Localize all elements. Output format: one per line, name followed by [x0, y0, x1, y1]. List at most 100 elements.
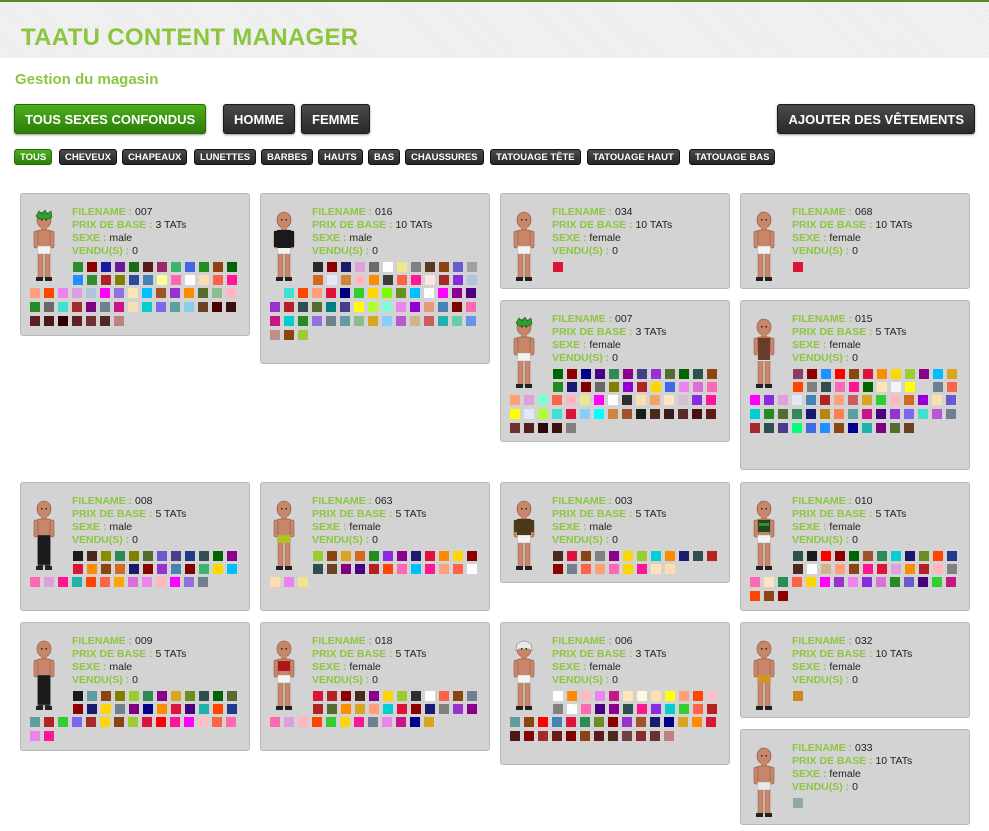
color-swatch[interactable]	[806, 409, 816, 419]
color-swatch[interactable]	[86, 316, 96, 326]
color-swatch[interactable]	[467, 691, 477, 701]
color-swatch[interactable]	[650, 731, 660, 741]
color-swatch[interactable]	[693, 704, 703, 714]
color-swatch[interactable]	[946, 395, 956, 405]
color-swatch[interactable]	[904, 423, 914, 433]
color-swatch[interactable]	[184, 288, 194, 298]
color-swatch[interactable]	[792, 577, 802, 587]
color-swatch[interactable]	[665, 369, 675, 379]
color-swatch[interactable]	[821, 382, 831, 392]
color-swatch[interactable]	[44, 288, 54, 298]
color-swatch[interactable]	[905, 369, 915, 379]
color-swatch[interactable]	[284, 577, 294, 587]
item-card[interactable]: FILENAME : 007 PRIX DE BASE : 3 TATs SEXE …	[500, 300, 730, 442]
color-swatch[interactable]	[424, 316, 434, 326]
color-swatch[interactable]	[185, 262, 195, 272]
color-swatch[interactable]	[806, 577, 816, 587]
color-swatch[interactable]	[284, 717, 294, 727]
color-swatch[interactable]	[171, 704, 181, 714]
color-swatch[interactable]	[424, 717, 434, 727]
color-swatch[interactable]	[87, 262, 97, 272]
color-swatch[interactable]	[368, 288, 378, 298]
color-swatch[interactable]	[226, 302, 236, 312]
color-swatch[interactable]	[340, 316, 350, 326]
color-swatch[interactable]	[581, 564, 591, 574]
color-swatch[interactable]	[438, 288, 448, 298]
color-swatch[interactable]	[807, 382, 817, 392]
color-swatch[interactable]	[213, 275, 223, 285]
item-card[interactable]: FILENAME : 008 PRIX DE BASE : 5 TATs SEXE …	[20, 482, 250, 611]
color-swatch[interactable]	[793, 262, 803, 272]
color-swatch[interactable]	[270, 316, 280, 326]
color-swatch[interactable]	[114, 577, 124, 587]
color-swatch[interactable]	[100, 288, 110, 298]
color-swatch[interactable]	[932, 409, 942, 419]
color-swatch[interactable]	[707, 704, 717, 714]
color-swatch[interactable]	[128, 302, 138, 312]
color-swatch[interactable]	[369, 551, 379, 561]
color-swatch[interactable]	[411, 262, 421, 272]
color-swatch[interactable]	[835, 551, 845, 561]
color-swatch[interactable]	[567, 369, 577, 379]
color-swatch[interactable]	[609, 691, 619, 701]
color-swatch[interactable]	[834, 423, 844, 433]
color-swatch[interactable]	[198, 577, 208, 587]
color-swatch[interactable]	[623, 564, 633, 574]
color-swatch[interactable]	[567, 551, 577, 561]
color-swatch[interactable]	[184, 717, 194, 727]
color-swatch[interactable]	[87, 704, 97, 714]
color-swatch[interactable]	[538, 395, 548, 405]
color-swatch[interactable]	[835, 382, 845, 392]
color-swatch[interactable]	[932, 577, 942, 587]
color-swatch[interactable]	[410, 288, 420, 298]
color-swatch[interactable]	[567, 564, 577, 574]
color-swatch[interactable]	[623, 704, 633, 714]
color-swatch[interactable]	[143, 262, 153, 272]
color-swatch[interactable]	[284, 302, 294, 312]
color-swatch[interactable]	[100, 302, 110, 312]
color-swatch[interactable]	[665, 551, 675, 561]
color-swatch[interactable]	[637, 369, 647, 379]
color-swatch[interactable]	[692, 409, 702, 419]
color-swatch[interactable]	[425, 564, 435, 574]
color-swatch[interactable]	[87, 564, 97, 574]
color-swatch[interactable]	[171, 275, 181, 285]
color-swatch[interactable]	[30, 731, 40, 741]
color-swatch[interactable]	[764, 423, 774, 433]
color-swatch[interactable]	[707, 691, 717, 701]
color-swatch[interactable]	[849, 564, 859, 574]
color-swatch[interactable]	[128, 288, 138, 298]
color-swatch[interactable]	[157, 551, 167, 561]
color-swatch[interactable]	[184, 577, 194, 587]
color-swatch[interactable]	[608, 409, 618, 419]
category-filter-8[interactable]: TATOUAGE TÊTE	[490, 149, 581, 165]
color-swatch[interactable]	[622, 395, 632, 405]
color-swatch[interactable]	[623, 551, 633, 561]
color-swatch[interactable]	[340, 302, 350, 312]
color-swatch[interactable]	[199, 551, 209, 561]
color-swatch[interactable]	[354, 316, 364, 326]
color-swatch[interactable]	[706, 409, 716, 419]
color-swatch[interactable]	[552, 395, 562, 405]
color-swatch[interactable]	[793, 691, 803, 701]
color-swatch[interactable]	[637, 551, 647, 561]
color-swatch[interactable]	[227, 262, 237, 272]
color-swatch[interactable]	[933, 551, 943, 561]
color-swatch[interactable]	[369, 564, 379, 574]
color-swatch[interactable]	[877, 564, 887, 574]
color-swatch[interactable]	[622, 731, 632, 741]
color-swatch[interactable]	[184, 302, 194, 312]
color-swatch[interactable]	[919, 382, 929, 392]
color-swatch[interactable]	[553, 382, 563, 392]
color-swatch[interactable]	[835, 369, 845, 379]
color-swatch[interactable]	[313, 262, 323, 272]
color-swatch[interactable]	[510, 409, 520, 419]
color-swatch[interactable]	[707, 551, 717, 561]
color-swatch[interactable]	[524, 395, 534, 405]
color-swatch[interactable]	[87, 691, 97, 701]
color-swatch[interactable]	[918, 395, 928, 405]
color-swatch[interactable]	[552, 423, 562, 433]
color-swatch[interactable]	[919, 369, 929, 379]
color-swatch[interactable]	[918, 409, 928, 419]
color-swatch[interactable]	[298, 288, 308, 298]
